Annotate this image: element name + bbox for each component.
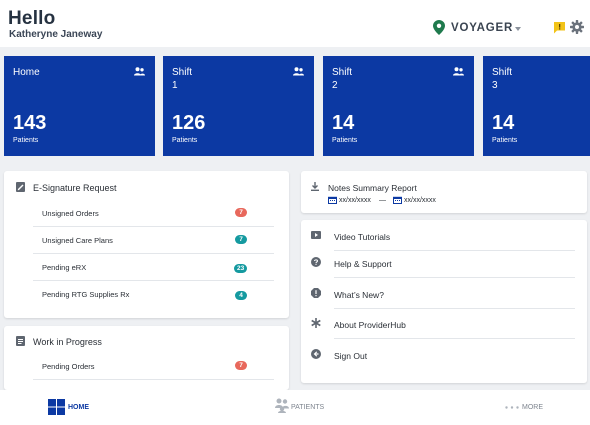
location-pin-icon[interactable] <box>433 20 445 35</box>
date-from-field[interactable]: xx/xx/xxxx <box>339 197 371 204</box>
nav-home[interactable]: HOME <box>48 390 98 425</box>
help-icon <box>311 257 321 267</box>
card-shift-2[interactable]: Shift 2 14 Patients <box>323 56 474 156</box>
date-to-field[interactable]: xx/xx/xxxx <box>404 197 436 204</box>
count-badge: 7 <box>235 235 247 244</box>
card-value: 14 <box>492 112 515 134</box>
calendar-icon[interactable] <box>328 196 337 204</box>
card-label: Patients <box>332 137 358 144</box>
gear-icon[interactable] <box>570 20 584 34</box>
date-separator: — <box>379 197 386 204</box>
menu-help-support[interactable]: Help & Support <box>301 248 575 278</box>
menu-label: Help & Support <box>334 259 392 269</box>
home-grid-icon <box>48 399 65 415</box>
row-unsigned-orders[interactable]: Unsigned Orders 7 <box>33 200 274 227</box>
patients-icon <box>275 398 289 413</box>
download-icon <box>311 182 319 191</box>
panel-title: Notes Summary Report <box>328 183 417 193</box>
card-title: Home <box>13 67 40 78</box>
greeting: Hello <box>8 8 56 29</box>
card-value: 14 <box>332 112 355 134</box>
card-value: 143 <box>13 112 47 134</box>
patients-icon <box>453 67 464 76</box>
card-title: Shift 1 <box>172 67 193 91</box>
patients-icon <box>293 67 304 76</box>
card-title: Shift 3 <box>492 67 513 91</box>
calendar-icon[interactable] <box>393 196 402 204</box>
menu-label: About ProviderHub <box>334 320 406 330</box>
notification-icon[interactable] <box>553 21 566 34</box>
bottom-nav: HOME PATIENTS MORE <box>0 390 590 425</box>
document-icon <box>16 336 25 346</box>
signature-icon <box>16 182 25 192</box>
divider <box>334 277 575 278</box>
card-shift-3[interactable]: Shift 3 14 Patients <box>483 56 590 156</box>
panel-title: Work in Progress <box>33 337 102 347</box>
panel-title: E-Signature Request <box>33 183 117 193</box>
nav-label: PATIENTS <box>291 404 325 411</box>
esignature-panel: E-Signature Request Unsigned Orders 7 Un… <box>4 171 289 318</box>
menu-video-tutorials[interactable]: Video Tutorials <box>301 221 575 251</box>
user-name: Katheryne Janeway <box>9 29 103 40</box>
more-dots-icon <box>505 406 519 409</box>
row-label: Unsigned Care Plans <box>42 236 113 245</box>
alert-icon <box>311 288 321 298</box>
card-value: 126 <box>172 112 206 134</box>
menu-label: What’s New? <box>334 290 384 300</box>
menu-whats-new[interactable]: What’s New? <box>301 279 575 309</box>
nav-label: HOME <box>68 404 89 411</box>
count-badge: 23 <box>234 264 248 273</box>
nav-label: MORE <box>522 404 543 411</box>
row-pending-erx[interactable]: Pending eRX 23 <box>33 254 274 281</box>
notes-summary-panel[interactable]: Notes Summary Report xx/xx/xxxx — xx/xx/… <box>301 171 587 213</box>
card-home[interactable]: Home 143 Patients <box>4 56 155 156</box>
card-label: Patients <box>172 137 198 144</box>
menu-label: Sign Out <box>334 351 368 361</box>
nav-patients[interactable]: PATIENTS <box>275 390 335 425</box>
row-label: Pending eRX <box>42 263 87 272</box>
row-label: Unsigned Orders <box>42 209 99 218</box>
row-pending-orders[interactable]: Pending Orders 7 <box>33 353 274 380</box>
menu-about-providerhub[interactable]: About ProviderHub <box>301 309 575 339</box>
patients-icon <box>134 67 145 76</box>
count-badge: 7 <box>235 208 247 217</box>
asterisk-icon <box>311 318 321 328</box>
menu-label: Video Tutorials <box>334 232 391 242</box>
sign-out-icon <box>311 349 321 359</box>
card-title: Shift 2 <box>332 67 353 91</box>
row-unsigned-care-plans[interactable]: Unsigned Care Plans 7 <box>33 227 274 254</box>
menu-sign-out[interactable]: Sign Out <box>301 340 575 370</box>
row-label: Pending RTG Supplies Rx <box>42 290 130 299</box>
count-badge: 4 <box>235 291 247 300</box>
nav-more[interactable]: MORE <box>505 390 550 425</box>
card-shift-1[interactable]: Shift 1 126 Patients <box>163 56 314 156</box>
video-icon <box>311 231 321 239</box>
card-label: Patients <box>492 137 518 144</box>
count-badge: 7 <box>235 361 247 370</box>
row-label: Pending Orders <box>42 362 95 371</box>
chevron-down-icon[interactable] <box>515 27 521 31</box>
work-in-progress-panel: Work in Progress Pending Orders 7 <box>4 326 289 390</box>
row-pending-rtg-supplies[interactable]: Pending RTG Supplies Rx 4 <box>33 281 274 308</box>
app-header: Hello Katheryne Janeway VOYAGER <box>0 0 590 47</box>
facility-selector[interactable]: VOYAGER <box>451 22 513 34</box>
card-label: Patients <box>13 137 39 144</box>
divider <box>334 338 575 339</box>
